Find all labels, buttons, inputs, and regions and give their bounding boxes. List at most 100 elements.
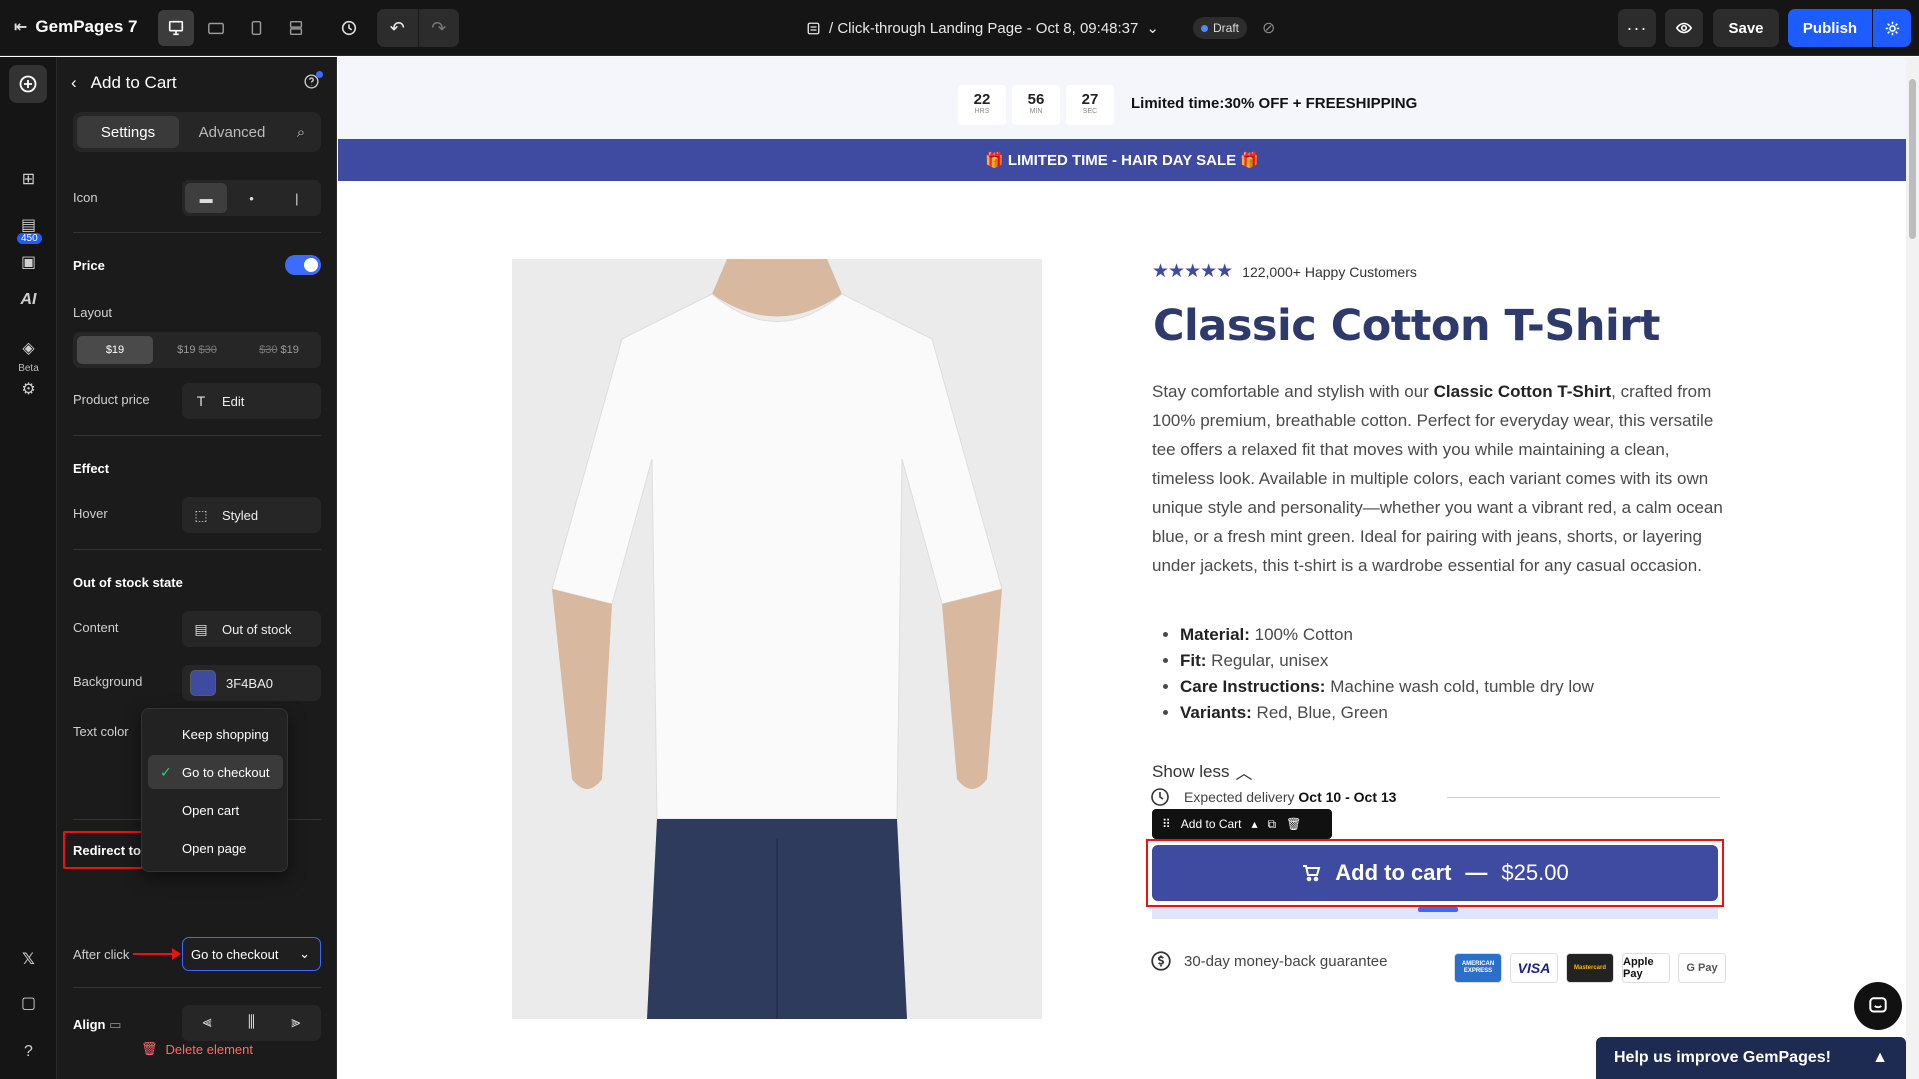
add-to-cart-button[interactable]: Add to cart — $25.00 [1152,845,1718,901]
visa-card: VISA [1510,953,1558,983]
align-right-icon[interactable]: ⫸ [274,1008,318,1038]
icon-style-dash[interactable]: ▬ [185,183,228,213]
publish-settings-button[interactable] [1873,9,1911,47]
countdown-unit: MIN [1029,108,1043,115]
description-text: , crafted from 100% premium, breathable … [1152,382,1723,575]
dropdown-option-keep-shopping[interactable]: Keep shopping [148,717,283,751]
publish-button[interactable]: Publish [1788,9,1872,47]
settings-panel: ‹ Add to Cart Settings Advanced ⌕ Icon ▬… [57,57,337,1079]
ai-button[interactable]: AI [0,291,57,309]
product-title[interactable]: Classic Cotton T-Shirt [1153,301,1660,351]
show-less-toggle[interactable]: Show less ︿ [1152,759,1252,784]
product-features-list: Material: 100% Cotton Fit: Regular, unis… [1172,622,1732,726]
caret-up-icon[interactable]: ▴ [1252,817,1258,831]
desktop-view-button[interactable] [158,10,194,46]
layout-option-3[interactable]: $30 $19 [241,336,317,364]
product-description[interactable]: Stay comfortable and stylish with our Cl… [1152,377,1726,580]
tab-settings[interactable]: Settings [77,116,179,148]
mobile-view-button[interactable] [238,10,274,46]
library-button[interactable]: ▣ [0,252,57,272]
page-title: / Click-through Landing Page - Oct 8, 09… [829,19,1139,37]
drag-handle-icon[interactable]: ⠿ [1162,817,1171,831]
list-item: Variants: Red, Blue, Green [1180,700,1732,726]
help-circle-icon[interactable] [303,71,323,95]
align-center-icon[interactable]: ⫼ [229,1008,273,1038]
redo-button[interactable]: ↷ [417,9,460,47]
layers-button[interactable]: ◈ [0,338,57,358]
pages-icon: ▤ [20,217,37,234]
dropdown-option-go-to-checkout[interactable]: ✓ Go to checkout [148,755,283,789]
undo-button[interactable]: ↶ [377,9,418,47]
countdown-unit: HRS [974,108,990,115]
history-button[interactable] [333,10,365,46]
show-less-label: Show less [1152,761,1230,781]
icon-style-dot[interactable]: • [230,183,272,213]
chat-button[interactable] [1854,982,1902,1030]
clock-icon [1151,788,1169,806]
feedback-bar[interactable]: Help us improve GemPages! ▲ [1596,1037,1906,1079]
left-rail: ⊞ ▤ 450 ▣ AI ◈ Beta ⚙ 𝕏 ▢ ? [0,57,57,1079]
desktop-icon: ▭ [109,1017,122,1032]
layout-view-button[interactable] [278,10,314,46]
help-button[interactable]: ? [0,1043,57,1061]
icon-style-bar[interactable]: | [276,183,318,213]
publish-status-icon[interactable]: ⊘ [1262,18,1275,38]
caret-up-icon[interactable]: ▲ [1872,1049,1888,1067]
background-value: 3F4BA0 [226,675,273,691]
app-brand[interactable]: ⇤ GemPages 7 [14,17,137,37]
gear-icon [1885,21,1899,35]
countdown-unit: SEC [1082,108,1098,115]
element-toolbar: ⠿ Add to Cart ▴ ⧉ 🗑 [1152,809,1332,839]
x-button[interactable]: 𝕏 [0,949,57,969]
save-button[interactable]: Save [1713,9,1779,47]
page-selector[interactable]: / Click-through Landing Page - Oct 8, 09… [806,19,1159,37]
sections-button[interactable]: ⊞ [0,169,57,189]
product-price-field[interactable]: T Edit [182,383,321,419]
background-swatch[interactable] [190,670,216,696]
clock-icon [341,20,357,36]
hover-field[interactable]: ⬚ Styled [182,497,321,533]
layout-option-1[interactable]: $19 [77,336,153,364]
content-value: Out of stock [222,621,292,637]
after-click-select[interactable]: Go to checkout ⌄ [182,937,321,971]
payment-methods: AMERICAN EXPRESS VISA Mastercard Apple P… [1454,953,1726,983]
padding-handle[interactable] [1152,907,1718,919]
grid-icon [289,20,303,36]
list-item: Material: 100% Cotton [1180,622,1732,648]
option-label: Open cart [182,802,240,818]
dropdown-option-open-page[interactable]: Open page [148,831,283,865]
canvas-scrollbar[interactable] [1906,57,1919,1079]
clipboard-button[interactable]: ▢ [0,993,57,1013]
align-label: Align ▭ [73,1017,121,1033]
pointer-icon: ⬚ [194,506,208,523]
after-click-value: Go to checkout [191,946,279,962]
tab-advanced[interactable]: Advanced [181,116,283,148]
layout-option-2[interactable]: $19 $30 [159,336,235,364]
feature-value: Regular, unisex [1206,651,1329,670]
tablet-landscape-view-button[interactable] [198,10,234,46]
theme-button[interactable]: ⚙ [0,379,57,399]
back-icon[interactable]: ‹ [71,73,77,93]
product-image[interactable] [512,259,1042,1019]
content-field[interactable]: ▤ Out of stock [182,611,321,647]
layout-option-3-price: $19 [280,344,299,356]
search-icon[interactable]: ⌕ [285,116,317,148]
chevron-down-icon: ⌄ [299,946,310,961]
pages-button[interactable]: ▤ [0,215,57,235]
dropdown-option-open-cart[interactable]: Open cart [148,793,283,827]
duplicate-icon[interactable]: ⧉ [1268,817,1277,832]
price-toggle[interactable] [285,255,321,275]
chat-icon [1869,997,1887,1013]
element-toolbar-label[interactable]: Add to Cart [1181,817,1242,831]
align-left-icon[interactable]: ⫷ [185,1008,229,1038]
background-color-field[interactable]: 3F4BA0 [182,665,321,701]
trash-icon[interactable]: 🗑 [1286,817,1301,831]
preview-button[interactable] [1665,9,1703,47]
app-name: GemPages 7 [35,17,138,36]
more-button[interactable]: ··· [1618,9,1656,47]
icon-label: Icon [73,190,98,205]
add-element-button[interactable] [9,65,47,103]
exit-icon[interactable]: ⇤ [14,17,27,37]
delete-element-button[interactable]: 🗑 Delete element [57,1041,337,1057]
library-icon: ▣ [20,254,37,271]
